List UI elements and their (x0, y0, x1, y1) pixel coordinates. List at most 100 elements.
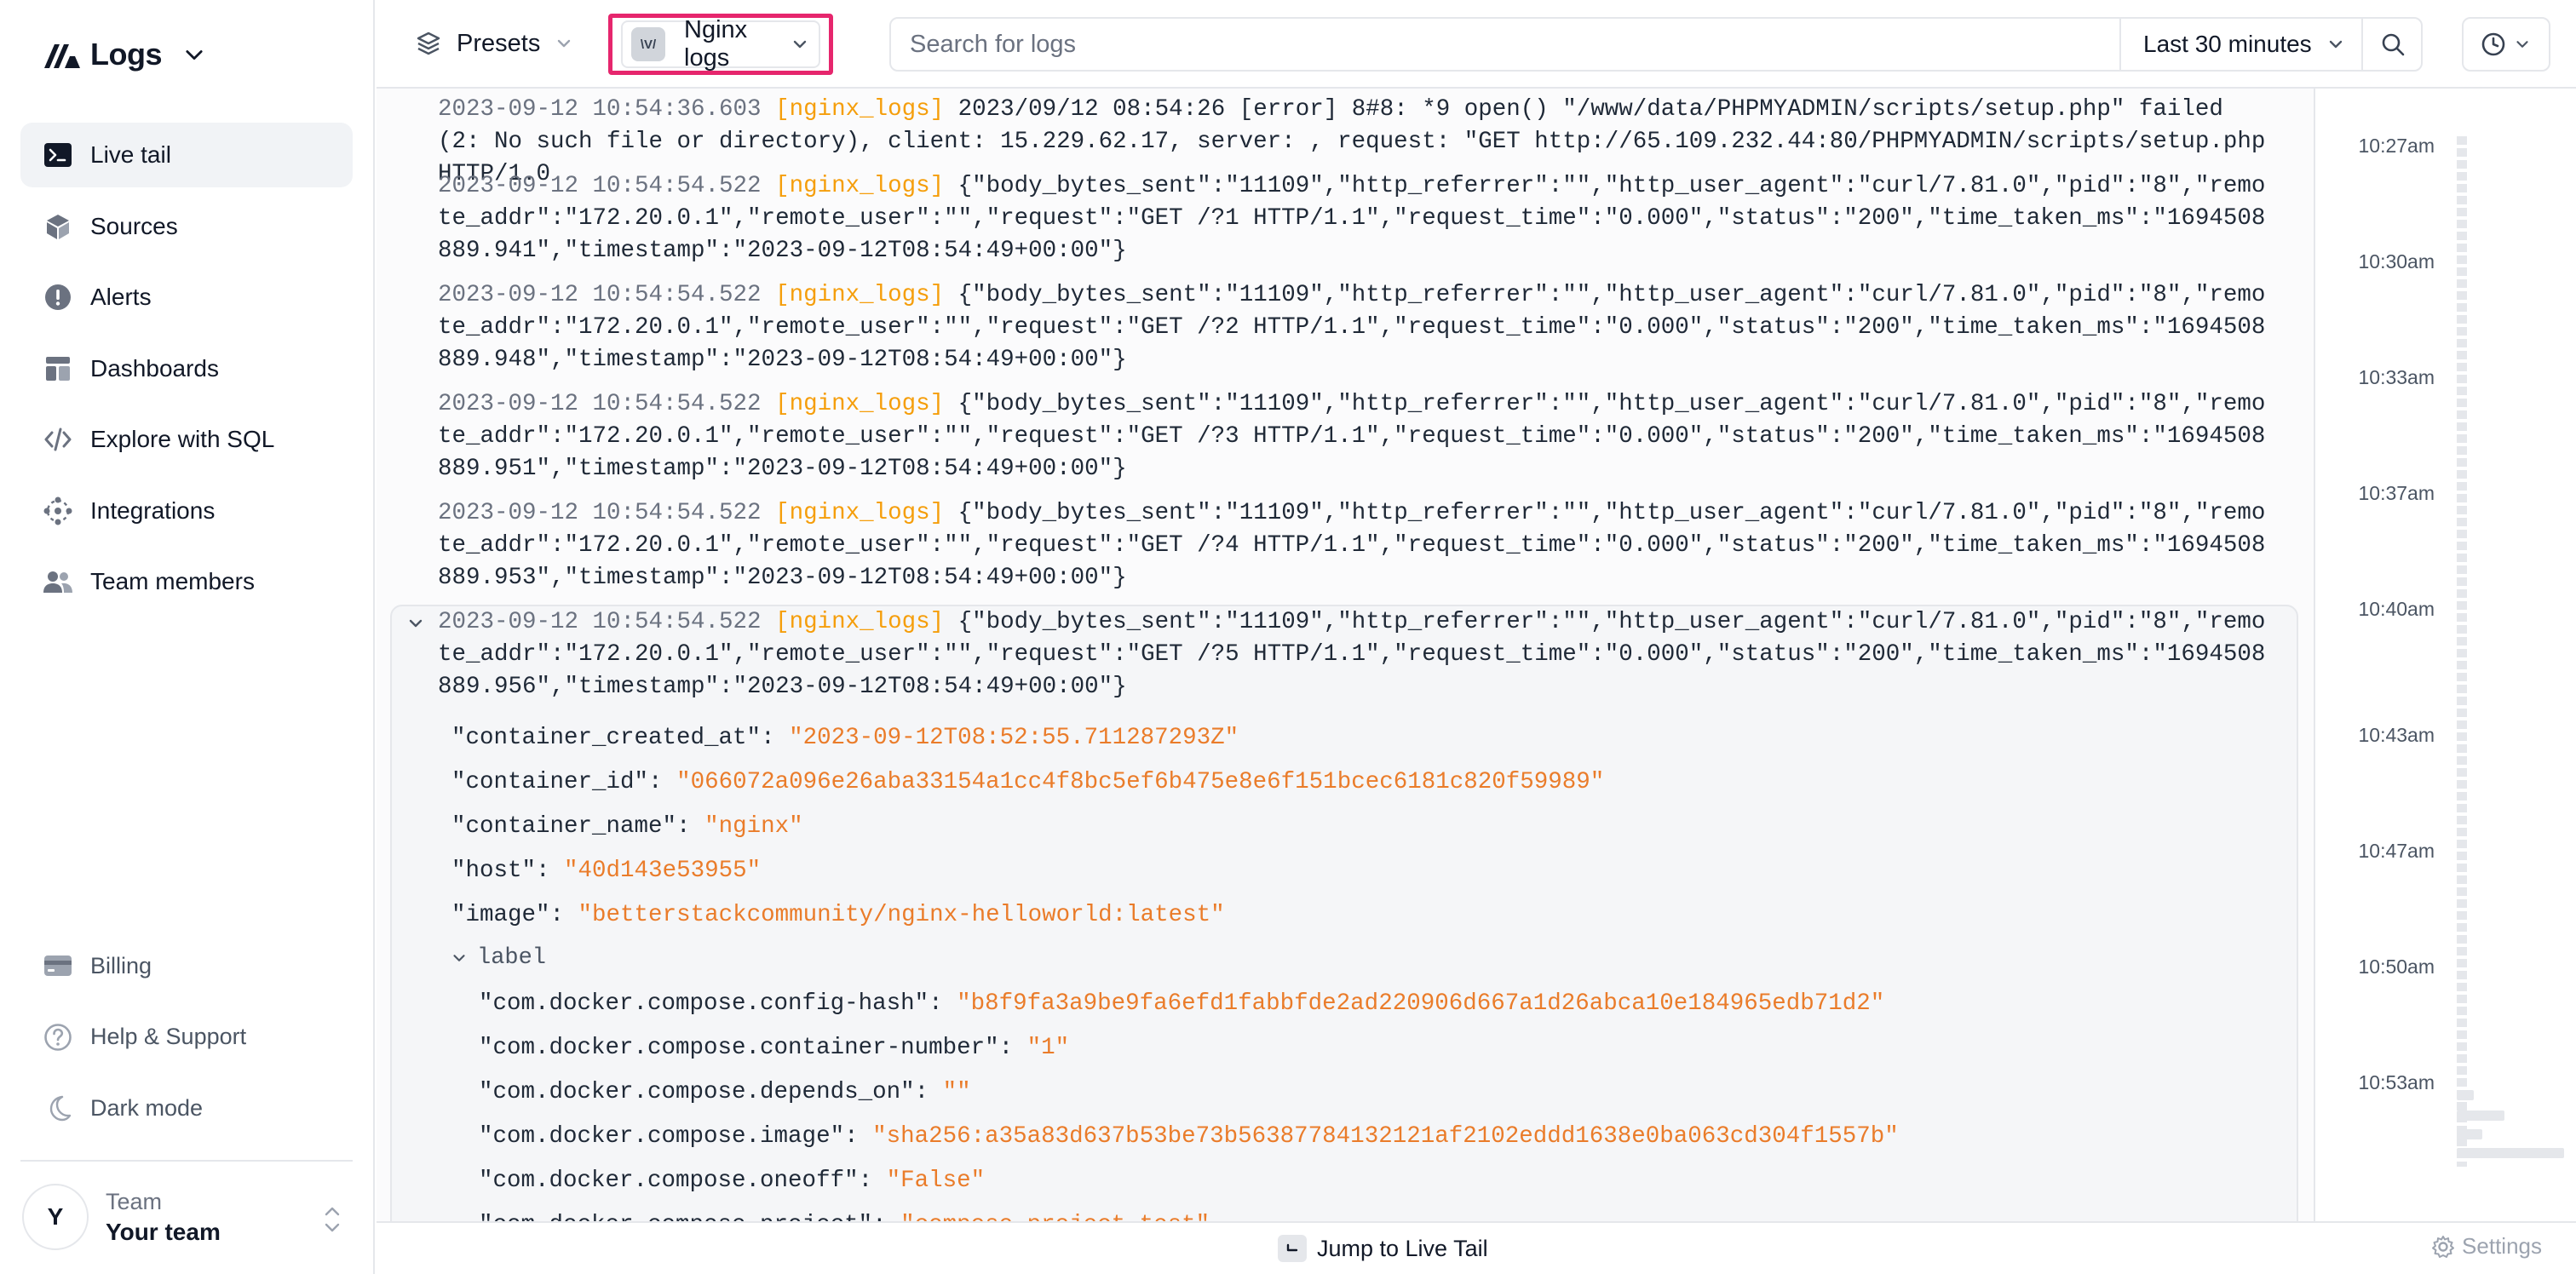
sidebar-item-label: Help & Support (90, 1024, 247, 1049)
sidebar-item-label: Billing (90, 952, 152, 978)
sidebar-item-sources[interactable]: Sources (20, 194, 353, 259)
timeline-bar (2457, 1110, 2504, 1121)
chevron-down-icon (186, 50, 203, 60)
sidebar-item-explore-sql[interactable]: Explore with SQL (20, 407, 353, 472)
log-field[interactable]: "com.docker.compose.oneoff": "False" (479, 1165, 985, 1197)
team-label: Team (106, 1188, 163, 1214)
team-switcher[interactable]: Y Team Your team (20, 1160, 353, 1272)
sidebar-item-help[interactable]: Help & Support (20, 1005, 353, 1070)
chevron-down-icon[interactable] (405, 613, 426, 634)
search-button[interactable] (2361, 19, 2423, 70)
timeline-bar (2457, 1129, 2482, 1139)
log-field[interactable]: "com.docker.compose.config-hash": "b8f9f… (479, 988, 1884, 1020)
log-row[interactable]: 2023-09-12 10:54:54.522 [nginx_logs] {"b… (438, 170, 2278, 267)
chevron-down-icon (2516, 41, 2528, 48)
moon-icon (43, 1093, 73, 1123)
jump-to-live-tail-button[interactable]: Jump to Live Tail (1278, 1231, 1488, 1265)
search-input[interactable] (891, 20, 2118, 69)
timeline-tick-label: 10:50am (2358, 956, 2435, 978)
settings-label: Settings (2462, 1233, 2542, 1259)
time-range-dropdown[interactable]: Last 30 minutes (2119, 19, 2361, 70)
log-field[interactable]: "com.docker.compose.container-number": "… (479, 1032, 1069, 1065)
sidebar-item-team-members[interactable]: Team members (20, 549, 353, 614)
log-row[interactable]: 2023-09-12 10:54:54.522 [nginx_logs] {"b… (438, 279, 2278, 376)
app-switcher[interactable]: Logs (41, 31, 206, 78)
timeline-tick-label: 10:53am (2358, 1071, 2435, 1093)
avatar: Y (22, 1184, 89, 1250)
sidebar-item-label: Explore with SQL (90, 426, 275, 452)
log-field[interactable]: "com.docker.compose.image": "sha256:a35a… (479, 1121, 1899, 1153)
settings-button[interactable]: Settings (2431, 1233, 2542, 1260)
sidebar-item-dashboards[interactable]: Dashboards (20, 336, 353, 401)
sidebar: Logs Live tail Sources Alerts Dashboards… (0, 0, 375, 1274)
clock-icon (2481, 32, 2505, 56)
betterstack-logo-icon (44, 44, 80, 68)
team-name: Your team (106, 1218, 221, 1245)
sidebar-item-label: Integrations (90, 496, 216, 524)
sidebar-item-label: Alerts (90, 284, 152, 310)
timeline-bar (2457, 1090, 2474, 1100)
log-field[interactable]: "container_name": "nginx" (451, 811, 803, 843)
chevron-down-icon (558, 39, 571, 48)
log-field[interactable]: "container_id": "066072a096e26aba33154a1… (451, 766, 1604, 799)
layers-icon (417, 32, 440, 55)
source-selector[interactable]: \V/ Nginx logs (608, 14, 833, 75)
presets-label: Presets (457, 29, 541, 57)
integrations-icon (43, 496, 73, 526)
log-row[interactable]: 2023-09-12 10:54:54.522 [nginx_logs] {"b… (438, 606, 2278, 703)
users-icon (43, 566, 73, 597)
timeline-track (2457, 136, 2467, 1167)
sidebar-item-alerts[interactable]: Alerts (20, 265, 353, 330)
gear-icon (2432, 1235, 2455, 1258)
log-row[interactable]: 2023-09-12 10:54:54.522 [nginx_logs] {"b… (438, 497, 2278, 594)
sidebar-item-label: Dark mode (90, 1094, 204, 1121)
chevron-down-icon (453, 955, 465, 961)
cube-icon (43, 211, 73, 242)
chevron-up-down-icon (325, 1207, 340, 1232)
alert-icon (43, 282, 73, 313)
main-nav: Live tail Sources Alerts Dashboards Expl… (20, 123, 353, 621)
log-field[interactable]: "host": "40d143e53955" (451, 855, 761, 887)
presets-dropdown[interactable]: Presets (416, 19, 574, 68)
timeline-tick-label: 10:40am (2358, 598, 2435, 620)
nginx-source-icon: \V/ (631, 27, 665, 61)
help-icon (43, 1022, 73, 1053)
terminal-icon (43, 140, 73, 170)
log-field[interactable]: "image": "betterstackcommunity/nginx-hel… (451, 899, 1225, 932)
sidebar-item-integrations[interactable]: Integrations (20, 479, 353, 543)
sidebar-item-label: Live tail (90, 141, 171, 168)
label-group-name: label (477, 945, 547, 971)
sidebar-item-live-tail[interactable]: Live tail (20, 123, 353, 187)
search-icon (2382, 33, 2405, 56)
log-list: 2023-09-12 10:54:36.603 [nginx_logs] 202… (377, 89, 2314, 1221)
app-title: Logs (90, 37, 163, 72)
sidebar-item-label: Team members (90, 568, 255, 594)
timeline-tick-label: 10:33am (2358, 366, 2435, 388)
card-icon (43, 950, 73, 981)
live-tail-icon (1278, 1235, 1307, 1262)
source-label: Nginx logs (684, 16, 748, 72)
secondary-nav: Billing Help & Support Dark mode (20, 933, 353, 1147)
code-icon (43, 424, 73, 455)
timeline-tick-label: 10:27am (2358, 135, 2435, 157)
timeline-tick-label: 10:30am (2358, 250, 2435, 273)
log-row[interactable]: 2023-09-12 10:54:54.522 [nginx_logs] {"b… (438, 388, 2278, 485)
timeline-histogram[interactable]: 10:27am 10:30am 10:33am 10:37am 10:40am … (2314, 89, 2576, 1221)
sidebar-item-label: Sources (90, 212, 178, 239)
timeline-tick-label: 10:47am (2358, 840, 2435, 862)
log-field[interactable]: "com.docker.compose.project": "compose-p… (479, 1209, 1210, 1221)
timeline-tick-label: 10:43am (2358, 724, 2435, 746)
log-field[interactable]: "container_created_at": "2023-09-12T08:5… (451, 722, 1239, 755)
toolbar: Presets \V/ Nginx logs Last 30 minutes (377, 0, 2576, 89)
timeline-tick-label: 10:37am (2358, 482, 2435, 504)
sidebar-item-label: Dashboards (90, 354, 219, 382)
chevron-down-icon (793, 40, 807, 49)
sidebar-item-dark-mode[interactable]: Dark mode (20, 1076, 353, 1140)
log-field[interactable]: "com.docker.compose.depends_on": "" (479, 1076, 971, 1109)
sidebar-item-billing[interactable]: Billing (20, 933, 353, 998)
time-range-label: Last 30 minutes (2143, 31, 2312, 57)
dashboard-icon (43, 353, 73, 384)
search-bar: Last 30 minutes (889, 17, 2423, 72)
time-options-button[interactable] (2462, 17, 2550, 72)
label-group-toggle[interactable]: label (450, 945, 546, 971)
